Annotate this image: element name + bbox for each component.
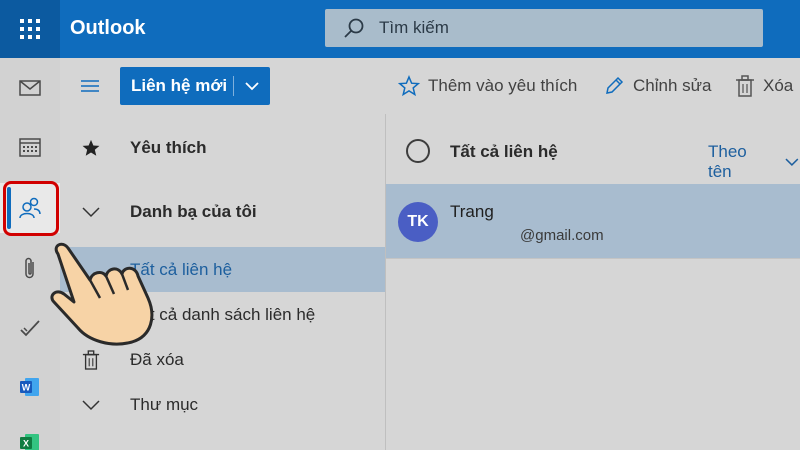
folder-my-contacts-label: Danh bạ của tôi (130, 201, 257, 221)
rail-calendar[interactable] (0, 122, 60, 172)
trash-icon (80, 349, 102, 370)
word-icon: W (20, 378, 39, 396)
search-icon (343, 17, 365, 39)
new-contact-label: Liên hệ mới (131, 76, 228, 95)
contact-list-pane: Tất cả liên hệ Theo tên TK Trang @gmail.… (386, 114, 800, 450)
top-bar: Outlook Tìm kiếm (0, 0, 800, 58)
search-box[interactable]: Tìm kiếm (325, 9, 763, 47)
paperclip-icon (25, 257, 34, 279)
chevron-down-icon[interactable] (80, 395, 102, 415)
list-header: Tất cả liên hệ Theo tên (386, 114, 800, 184)
contact-email: @gmail.com (520, 227, 604, 244)
app-title[interactable]: Outlook (70, 17, 146, 40)
star-filled-icon (80, 138, 102, 158)
folder-favorites-label: Yêu thích (130, 137, 207, 157)
pencil-icon (606, 76, 624, 94)
folder-my-contacts[interactable]: Danh bạ của tôi (60, 189, 385, 234)
todo-check-icon (20, 320, 40, 337)
svg-text:W: W (22, 383, 31, 393)
contact-list-item[interactable]: TK Trang @gmail.com (386, 184, 800, 259)
command-bar: Liên hệ mới Thêm vào yêu thích Chỉnh sửa… (60, 58, 800, 114)
calendar-icon (19, 138, 41, 157)
edit-button[interactable]: Chỉnh sửa (603, 75, 711, 97)
folder-folders[interactable]: Thư mục (60, 382, 385, 427)
contact-name: Trang (450, 202, 494, 221)
add-favorite-button[interactable]: Thêm vào yêu thích (398, 75, 577, 97)
app-launcher-button[interactable] (0, 0, 60, 58)
rail-excel[interactable]: X (0, 418, 60, 450)
folder-folders-label: Thư mục (130, 394, 199, 414)
avatar: TK (398, 202, 438, 242)
hamburger-icon (81, 80, 99, 92)
svg-text:X: X (23, 439, 29, 449)
chevron-down-icon (785, 158, 799, 167)
new-contact-button[interactable]: Liên hệ mới (120, 67, 270, 105)
edit-label: Chỉnh sửa (633, 76, 712, 95)
delete-label: Xóa (763, 76, 794, 95)
folder-deleted-label: Đã xóa (130, 349, 184, 369)
add-favorite-label: Thêm vào yêu thích (428, 76, 578, 95)
rail-mail[interactable] (0, 63, 60, 113)
split-divider (233, 76, 234, 96)
trash-icon (736, 75, 754, 97)
sort-label: Theo tên (708, 142, 747, 181)
delete-button[interactable]: Xóa (735, 75, 793, 97)
rail-word[interactable]: W (0, 362, 60, 412)
sort-dropdown[interactable]: Theo tên (708, 142, 800, 182)
list-title: Tất cả liên hệ (450, 142, 558, 161)
search-input[interactable]: Tìm kiếm (379, 18, 449, 38)
mail-icon (19, 80, 41, 96)
highlight-box (3, 181, 59, 236)
select-all-checkbox[interactable] (406, 139, 430, 163)
waffle-icon (20, 19, 40, 39)
chevron-down-icon[interactable] (80, 202, 102, 222)
excel-icon: X (20, 434, 39, 450)
pointing-hand-icon (50, 242, 154, 346)
star-outline-icon (398, 75, 420, 97)
chevron-down-icon[interactable] (242, 76, 262, 96)
folder-favorites[interactable]: Yêu thích (60, 125, 385, 170)
hamburger-button[interactable] (80, 76, 102, 96)
